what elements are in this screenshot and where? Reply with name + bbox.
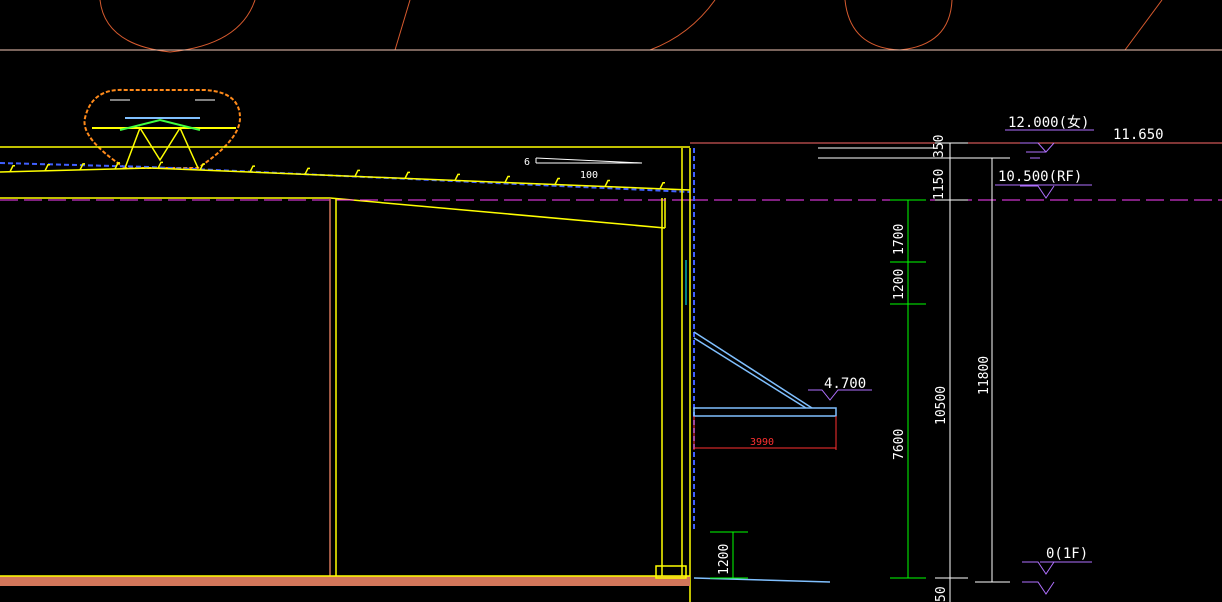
purlin-marker <box>454 173 460 181</box>
dimension-350: 350 <box>932 135 947 158</box>
ground-slab <box>0 576 690 586</box>
purlin-marker <box>44 164 50 172</box>
canopy <box>693 331 837 450</box>
elevation-roof: 10.500(RF) <box>998 169 1082 185</box>
slope-run: 100 <box>580 170 598 181</box>
top-outline-geometry <box>99 0 1163 53</box>
purlin-marker <box>659 182 665 190</box>
purlin-marker <box>504 175 510 183</box>
rafter-line <box>0 197 666 229</box>
elevation-section-drawing: 6 100 12.000(女) 11.650 10.500(RF) 4.700 … <box>0 0 1222 602</box>
arc-middle <box>649 0 716 51</box>
dimension-canopy-width: 3990 <box>750 437 774 448</box>
purlin-marker <box>554 177 560 185</box>
slope-rise: 6 <box>524 157 530 168</box>
dimension-10500: 10500 <box>934 386 949 425</box>
dimension-chain <box>710 199 926 579</box>
dimension-11800: 11800 <box>977 356 992 395</box>
elevation-top: 11.650 <box>1113 127 1164 143</box>
elevation-parapet: 12.000(女) <box>1008 114 1089 131</box>
apron-line <box>693 577 831 583</box>
dimension-1700: 1700 <box>892 224 907 255</box>
dimension-50: 50 <box>934 586 949 602</box>
purlin-marker <box>9 164 15 173</box>
dimension-1150: 1150 <box>932 169 947 200</box>
skylight-dome <box>83 88 242 169</box>
elevation-ground: 0(1F) <box>1046 546 1088 562</box>
dimension-1200-base: 1200 <box>717 544 732 575</box>
arc-left <box>99 0 256 53</box>
purlin-marker <box>404 171 410 179</box>
diagonal-right <box>1124 0 1163 51</box>
arc-right <box>844 0 953 51</box>
dimension-7600: 7600 <box>892 429 907 460</box>
columns <box>329 148 691 602</box>
diagonal-left <box>394 0 411 51</box>
purlin-marker <box>354 169 360 177</box>
dimension-1200-upper: 1200 <box>892 269 907 300</box>
elevation-canopy: 4.700 <box>824 376 866 392</box>
purlin-marker <box>604 179 610 187</box>
slope-note: 6 100 <box>524 157 643 181</box>
